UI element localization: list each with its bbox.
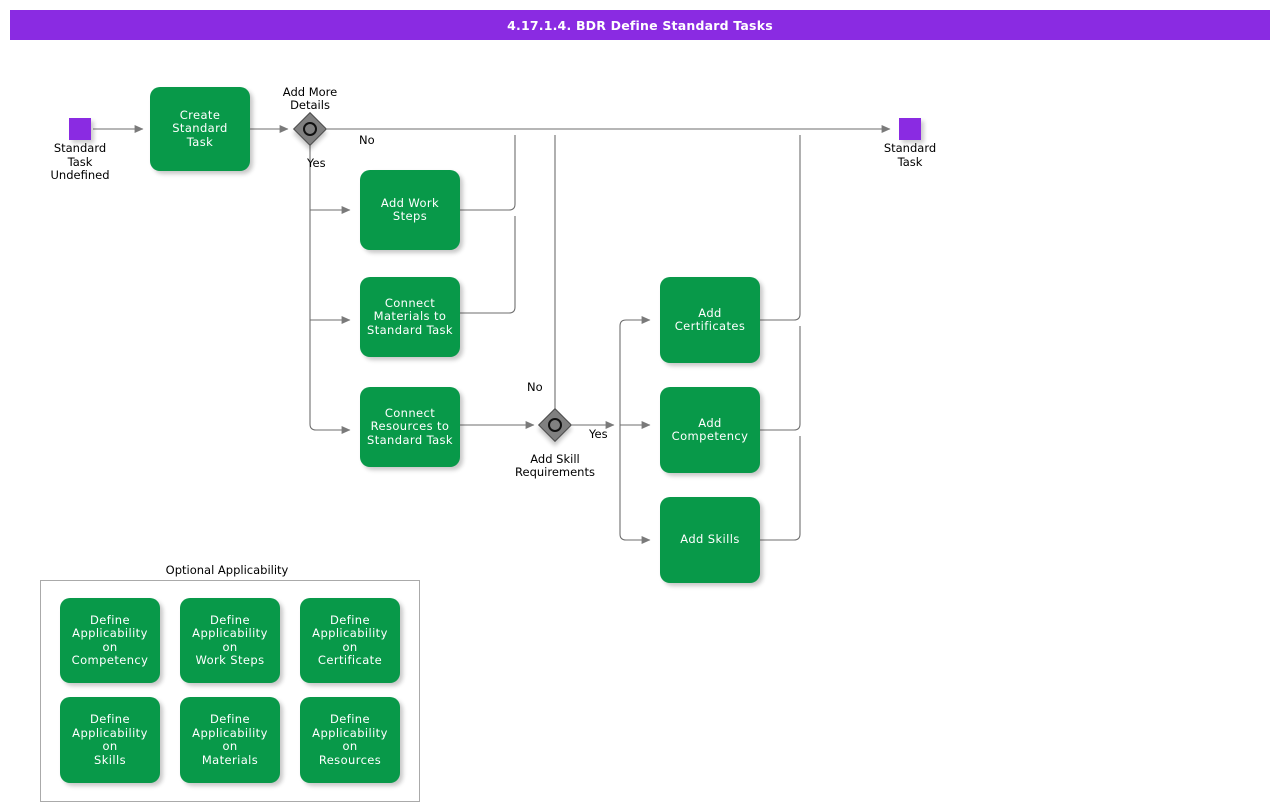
task-define-applicability-on-competency[interactable]: Define Applicability on Competency bbox=[60, 598, 160, 683]
flow-competency-merge bbox=[760, 326, 801, 431]
page-title: 4.17.1.4. BDR Define Standard Tasks bbox=[507, 17, 773, 33]
task-connect-materials-to-standard-task[interactable]: Connect Materials to Standard Task bbox=[360, 277, 460, 357]
flow-materials-merge bbox=[460, 216, 516, 314]
task-app-skills-label: Define Applicability on Skills bbox=[72, 712, 148, 767]
flow-spine-to-skills bbox=[619, 533, 651, 544]
flow-spine-to-certificates bbox=[619, 316, 651, 327]
end-event-label: Standard Task bbox=[883, 141, 937, 169]
edge-label-gw2-no: No bbox=[527, 380, 543, 394]
task-add-certificates-label: Add Certificates bbox=[674, 305, 746, 333]
task-define-applicability-on-resources[interactable]: Define Applicability on Resources bbox=[300, 697, 400, 783]
task-add-skills[interactable]: Add Skills bbox=[660, 497, 760, 583]
task-app-competency-label: Define Applicability on Competency bbox=[71, 612, 149, 667]
end-event-standard-task[interactable] bbox=[899, 118, 921, 140]
flow-work-steps-merge bbox=[460, 135, 516, 211]
group-title-optional-applicability: Optional Applicability bbox=[165, 563, 289, 577]
edge-label-gw1-yes: Yes bbox=[307, 156, 326, 170]
task-add-skills-label: Add Skills bbox=[680, 532, 740, 547]
task-add-competency[interactable]: Add Competency bbox=[660, 387, 760, 473]
gateway-add-skill-requirements-label: Add Skill Requirements bbox=[515, 452, 595, 479]
task-add-work-steps[interactable]: Add Work Steps bbox=[360, 170, 460, 250]
gateway-add-more-details-label: Add More Details bbox=[282, 85, 338, 112]
gateway-event-ring-icon bbox=[303, 122, 317, 136]
start-event-standard-task-undefined[interactable] bbox=[69, 118, 91, 140]
diagram-title-bar: 4.17.1.4. BDR Define Standard Tasks bbox=[10, 10, 1270, 40]
task-connect-resources-to-standard-task[interactable]: Connect Resources to Standard Task bbox=[360, 387, 460, 467]
task-define-applicability-on-certificate[interactable]: Define Applicability on Certificate bbox=[300, 598, 400, 683]
task-app-work-steps-label: Define Applicability on Work Steps bbox=[192, 612, 268, 667]
flow-skills-merge bbox=[760, 436, 801, 541]
edge-label-gw1-no: No bbox=[359, 133, 375, 147]
task-define-applicability-on-work-steps[interactable]: Define Applicability on Work Steps bbox=[180, 598, 280, 683]
task-define-applicability-on-materials[interactable]: Define Applicability on Materials bbox=[180, 697, 280, 783]
task-create-standard-task[interactable]: Create Standard Task bbox=[150, 87, 250, 171]
gateway-event-ring-icon bbox=[548, 418, 562, 432]
task-define-applicability-on-skills[interactable]: Define Applicability on Skills bbox=[60, 697, 160, 783]
task-connect-materials-label: Connect Materials to Standard Task bbox=[367, 295, 453, 337]
start-event-label: Standard Task Undefined bbox=[50, 141, 110, 182]
task-add-competency-label: Add Competency bbox=[671, 415, 749, 443]
task-add-work-steps-label: Add Work Steps bbox=[380, 195, 440, 223]
task-connect-resources-label: Connect Resources to Standard Task bbox=[367, 405, 453, 447]
gateway-add-skill-requirements[interactable] bbox=[538, 408, 572, 442]
gateway-add-more-details[interactable] bbox=[293, 112, 327, 146]
flow-gw1-yes-spine bbox=[309, 145, 351, 434]
bpmn-diagram-canvas: 4.17.1.4. BDR Define Standard Tasks Stan… bbox=[0, 0, 1280, 810]
flow-certificates-merge bbox=[760, 135, 801, 321]
task-app-certificate-label: Define Applicability on Certificate bbox=[312, 612, 388, 667]
task-add-certificates[interactable]: Add Certificates bbox=[660, 277, 760, 363]
edge-label-gw2-yes: Yes bbox=[589, 427, 608, 441]
task-app-resources-label: Define Applicability on Resources bbox=[312, 712, 388, 767]
task-app-materials-label: Define Applicability on Materials bbox=[192, 712, 268, 767]
task-create-standard-task-label: Create Standard Task bbox=[172, 107, 228, 149]
